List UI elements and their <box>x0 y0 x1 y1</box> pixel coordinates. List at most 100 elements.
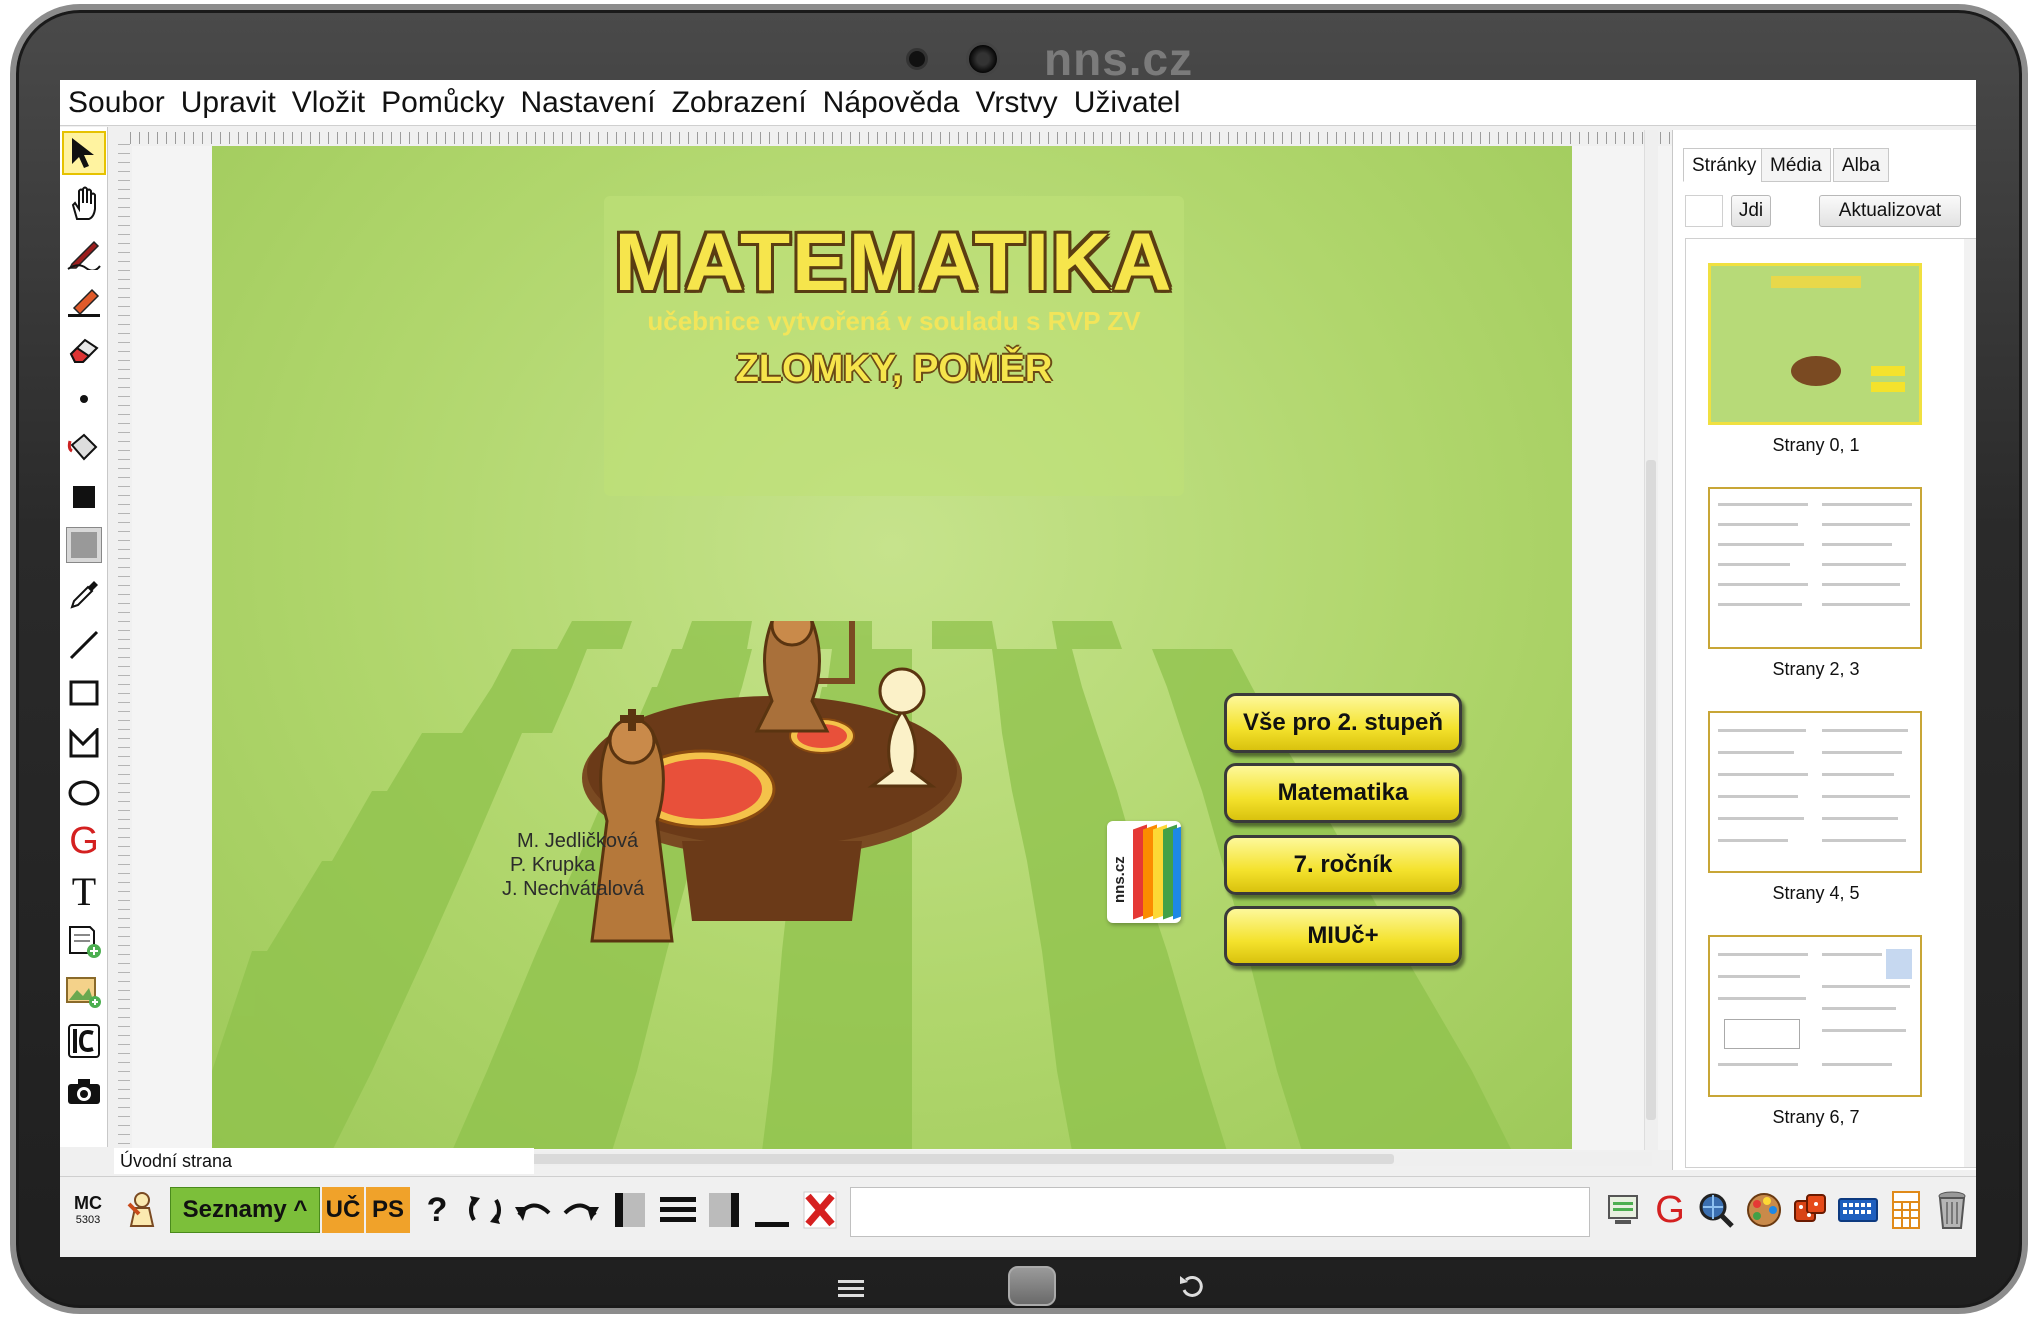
text-t-icon[interactable]: T <box>62 869 106 914</box>
menu-uzivatel[interactable]: Uživatel <box>1074 86 1181 120</box>
hand-pan-icon[interactable] <box>62 181 106 225</box>
thumbnails-scrollbar[interactable] <box>1964 239 1976 1167</box>
polygon-icon[interactable] <box>62 721 106 765</box>
menu-soubor[interactable]: Soubor <box>68 86 165 120</box>
author-name: M. Jedličková <box>517 830 639 852</box>
bottom-toolbar: MC 5303 Seznamy ^ UČ PS ? G <box>60 1176 1976 1257</box>
tab-alba[interactable]: Alba <box>1833 148 1890 182</box>
calculator-icon[interactable] <box>1886 1187 1926 1233</box>
vertical-ruler <box>118 144 130 1144</box>
mc-indicator[interactable]: MC 5303 <box>74 1187 102 1233</box>
add-note-icon[interactable] <box>62 919 106 963</box>
logo-text: nns.cz <box>1111 856 1128 903</box>
magnifier-globe-icon[interactable] <box>1696 1187 1736 1233</box>
undo-icon[interactable] <box>512 1187 554 1233</box>
add-image-icon[interactable] <box>62 969 106 1013</box>
canvas-area[interactable]: MATEMATIKA učebnice vytvořená v souladu … <box>132 146 1712 1150</box>
tab-stranky[interactable]: Stránky <box>1683 148 1766 182</box>
book-cover-page: MATEMATIKA učebnice vytvořená v souladu … <box>212 146 1572 1149</box>
refresh-cycle-icon[interactable] <box>464 1187 506 1233</box>
canvas-vertical-scroll-thumb[interactable] <box>1646 460 1656 1120</box>
menu-lines-icon[interactable] <box>658 1187 698 1233</box>
dot-icon[interactable] <box>62 377 106 421</box>
go-button[interactable]: Jdi <box>1731 195 1771 227</box>
ellipse-icon[interactable] <box>62 771 106 815</box>
page-thumbnails: Strany 0, 1 Strany 2, 3 Strany 4, 5 Stra… <box>1685 238 1976 1168</box>
ps-button[interactable]: PS <box>366 1187 410 1233</box>
side-panel: Stránky Média Alba Jdi Aktualizovat Stra… <box>1672 130 1976 1170</box>
keyboard-icon[interactable] <box>1836 1187 1880 1233</box>
fill-bucket-icon[interactable] <box>62 425 106 469</box>
hardware-back-icon[interactable] <box>1178 1272 1206 1300</box>
handwriting-g-icon[interactable]: G <box>62 819 106 863</box>
select-arrow-icon[interactable] <box>62 131 106 175</box>
thumbnail-pages-4-5[interactable] <box>1708 711 1922 873</box>
right-panel-toggle-icon[interactable] <box>706 1187 742 1233</box>
thumbnail-label: Strany 6, 7 <box>1772 1107 1860 1127</box>
highlighter-icon[interactable] <box>62 279 106 323</box>
pen-icon[interactable] <box>62 231 106 275</box>
thumbnail-label: Strany 0, 1 <box>1772 435 1860 455</box>
camera-icon[interactable] <box>62 1069 106 1113</box>
rectangle-icon[interactable] <box>62 671 106 715</box>
nav-button-7-rocnik[interactable]: 7. ročník <box>1224 835 1462 895</box>
menu-vlozit[interactable]: Vložit <box>292 86 365 120</box>
help-icon[interactable]: ? <box>416 1187 458 1233</box>
app-screen: Soubor Upravit Vložit Pomůcky Nastavení … <box>60 80 1976 1257</box>
trash-icon[interactable] <box>1932 1187 1972 1233</box>
menu-bar: Soubor Upravit Vložit Pomůcky Nastavení … <box>60 80 1976 126</box>
publisher-logo: nns.cz <box>1107 821 1181 923</box>
canvas-horizontal-scroll-thumb[interactable] <box>394 1154 1394 1164</box>
chevron-up-icon: ^ <box>293 1196 308 1223</box>
close-icon[interactable] <box>800 1187 840 1233</box>
minimize-icon[interactable] <box>752 1187 792 1233</box>
book-topic: ZLOMKY, POMĚR <box>735 348 1053 390</box>
refresh-button[interactable]: Aktualizovat <box>1819 195 1961 227</box>
book-subtitle: učebnice vytvořená v souladu s RVP ZV <box>647 306 1141 336</box>
camera-lens-icon <box>966 42 1000 76</box>
thumbnail-label: Strany 4, 5 <box>1772 883 1860 903</box>
tab-media[interactable]: Média <box>1761 148 1831 182</box>
menu-pomucky[interactable]: Pomůcky <box>381 86 504 120</box>
ic-icon[interactable] <box>62 1019 106 1063</box>
horizontal-ruler <box>130 132 1720 144</box>
redo-icon[interactable] <box>560 1187 602 1233</box>
mc-label: MC <box>74 1193 102 1214</box>
camera-sensor-icon <box>906 48 928 70</box>
seznamy-button[interactable]: Seznamy ^ <box>170 1187 320 1233</box>
left-panel-toggle-icon[interactable] <box>612 1187 648 1233</box>
nav-button-matematika[interactable]: Matematika <box>1224 763 1462 823</box>
hardware-home-button[interactable] <box>1008 1266 1056 1306</box>
nav-button-vse-pro-2-stupen[interactable]: Vše pro 2. stupeň <box>1224 693 1462 753</box>
thumbnail-pages-6-7[interactable] <box>1708 935 1922 1097</box>
current-page-name: Úvodní strana <box>114 1148 534 1174</box>
color-palette-icon[interactable] <box>1744 1187 1784 1233</box>
seznamy-label: Seznamy <box>182 1196 287 1223</box>
nav-button-miuc[interactable]: MIUč+ <box>1224 906 1462 966</box>
author-name: J. Nechvátalová <box>502 878 645 900</box>
command-text-field[interactable] <box>850 1187 1590 1237</box>
mc-number: 5303 <box>75 1213 101 1226</box>
eraser-icon[interactable] <box>62 327 106 371</box>
thumbnail-pages-2-3[interactable] <box>1708 487 1922 649</box>
dice-icon[interactable] <box>1790 1187 1830 1233</box>
eyedropper-icon[interactable] <box>62 573 106 617</box>
line-icon[interactable] <box>62 623 106 667</box>
thumbnail-pages-0-1[interactable] <box>1708 263 1922 425</box>
black-square-icon[interactable] <box>62 475 106 519</box>
book-title: MATEMATIKA <box>614 217 1174 308</box>
gray-square-icon[interactable] <box>62 523 106 567</box>
menu-zobrazeni[interactable]: Zobrazení <box>672 86 807 120</box>
pawn-figure-icon[interactable] <box>122 1187 162 1233</box>
device-brand: nns.cz <box>1044 33 1194 85</box>
menu-napoveda[interactable]: Nápověda <box>823 86 960 120</box>
menu-nastaveni[interactable]: Nastavení <box>521 86 656 120</box>
page-number-input[interactable] <box>1685 195 1723 227</box>
keyboard-screen-icon[interactable] <box>1604 1187 1644 1233</box>
thumbnail-label: Strany 2, 3 <box>1772 659 1860 679</box>
menu-vrstvy[interactable]: Vrstvy <box>975 86 1057 120</box>
menu-upravit[interactable]: Upravit <box>181 86 276 120</box>
handwriting-g-icon[interactable]: G <box>1650 1187 1690 1233</box>
uc-button[interactable]: UČ <box>322 1187 364 1233</box>
hardware-menu-icon[interactable] <box>838 1280 864 1298</box>
